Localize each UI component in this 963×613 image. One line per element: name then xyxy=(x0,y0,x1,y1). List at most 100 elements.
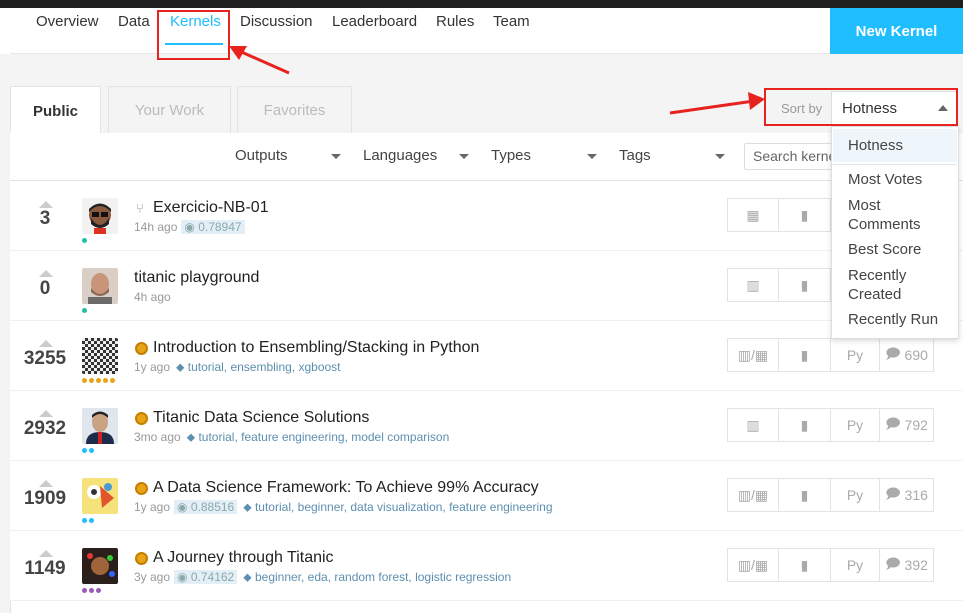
sort-option-most-votes[interactable]: Most Votes xyxy=(848,170,922,189)
chart-table-icon: ▥/▦ xyxy=(737,556,769,573)
upvote-icon[interactable] xyxy=(39,550,53,557)
comments-button[interactable]: 🗩 690 xyxy=(879,338,934,372)
language-badge: Py xyxy=(830,338,880,372)
nav-data[interactable]: Data xyxy=(118,13,150,30)
notebook-button[interactable]: ▮ xyxy=(778,408,831,442)
chart-table-icon: ▥/▦ xyxy=(737,346,769,363)
kernel-title[interactable]: Titanic Data Science Solutions xyxy=(153,409,369,427)
score-badge: ◉ 0.88516 xyxy=(174,500,238,514)
sort-option-recently-created[interactable]: Recently Created xyxy=(848,266,948,304)
vote-count: 1909 xyxy=(23,488,67,509)
kernel-tags[interactable]: ⬥ tutorial, ensembling, xgboost xyxy=(176,360,341,374)
notebook-button[interactable]: ▮ xyxy=(778,268,831,302)
filter-languages[interactable]: Languages xyxy=(363,147,437,164)
score-badge: ◉ 0.78947 xyxy=(181,220,245,234)
tier-dot xyxy=(82,308,87,313)
comments-button[interactable]: 🗩 792 xyxy=(879,408,934,442)
upvote-icon[interactable] xyxy=(39,340,53,347)
kernel-tags[interactable]: ⬥ tutorial, beginner, data visualization… xyxy=(243,500,552,514)
top-strip xyxy=(0,0,963,8)
upvote-icon[interactable] xyxy=(39,201,53,208)
kernel-time: 3mo ago xyxy=(134,430,181,444)
comment-icon: 🗩 xyxy=(885,485,901,501)
new-kernel-button[interactable]: New Kernel xyxy=(830,8,963,54)
notebook-button[interactable]: ▮ xyxy=(778,478,831,512)
gold-medal-icon xyxy=(135,482,148,495)
tier-dots xyxy=(82,448,87,453)
filter-outputs[interactable]: Outputs xyxy=(235,147,288,164)
chart-button[interactable]: ▥ xyxy=(727,408,779,442)
tab-your-work[interactable]: Your Work xyxy=(108,86,231,134)
notebook-icon: ▮ xyxy=(800,206,809,223)
kernel-title[interactable]: titanic playground xyxy=(134,269,259,287)
nav-team[interactable]: Team xyxy=(493,13,530,30)
filter-tags[interactable]: Tags xyxy=(619,147,651,164)
gold-medal-icon xyxy=(135,552,148,565)
avatar xyxy=(82,338,118,374)
filter-types[interactable]: Types xyxy=(491,147,531,164)
comment-icon: 🗩 xyxy=(885,345,901,361)
bar-chart-icon: ▥ xyxy=(746,416,760,433)
comments-button[interactable]: 🗩 392 xyxy=(879,548,934,582)
chevron-down-icon xyxy=(587,154,597,159)
notebook-button[interactable]: ▮ xyxy=(778,548,831,582)
language-badge: Py xyxy=(830,478,880,512)
notebook-icon: ▮ xyxy=(800,486,809,503)
chart-button[interactable]: ▥ xyxy=(727,268,779,302)
notebook-button[interactable]: ▮ xyxy=(778,338,831,372)
chart-table-button[interactable]: ▥/▦ xyxy=(727,338,779,372)
kernel-tags[interactable]: ⬥ tutorial, feature engineering, model c… xyxy=(187,430,450,444)
tier-dots xyxy=(82,518,87,523)
comment-icon: 🗩 xyxy=(885,415,901,431)
nav-leaderboard[interactable]: Leaderboard xyxy=(332,13,417,30)
avatar xyxy=(82,548,118,584)
kernel-meta: 1y ago ⬥ tutorial, ensembling, xgboost xyxy=(134,360,341,375)
tab-public[interactable]: Public xyxy=(10,86,101,135)
kernel-title[interactable]: Exercicio-NB-01 xyxy=(153,199,269,217)
search-input[interactable]: Search kernels xyxy=(744,143,844,170)
notebook-button[interactable]: ▮ xyxy=(778,198,831,232)
kernel-time: 1y ago xyxy=(134,500,171,514)
kernel-title[interactable]: Introduction to Ensembling/Stacking in P… xyxy=(153,339,479,357)
bar-chart-icon: ▥ xyxy=(746,276,760,293)
sort-option-most-comments[interactable]: Most Comments xyxy=(848,196,948,234)
kernel-time: 1y ago xyxy=(134,360,171,374)
vote-count: 3 xyxy=(39,208,51,229)
kernel-tags[interactable]: ⬥ beginner, eda, random forest, logistic… xyxy=(243,570,511,584)
chart-table-button[interactable]: ▥/▦ xyxy=(727,548,779,582)
upvote-icon[interactable] xyxy=(39,270,53,277)
annotation-box-sort xyxy=(764,88,958,126)
kernel-title[interactable]: A Data Science Framework: To Achieve 99%… xyxy=(153,479,539,497)
annotation-box-kernels xyxy=(157,10,230,60)
kernel-time: 4h ago xyxy=(134,290,171,304)
kernel-meta: 3y ago ◉ 0.74162 ⬥ beginner, eda, random f… xyxy=(134,570,511,585)
comments-button[interactable]: 🗩 316 xyxy=(879,478,934,512)
upvote-icon[interactable] xyxy=(39,480,53,487)
score-badge: ◉ 0.74162 xyxy=(174,570,238,584)
sort-option-hotness[interactable]: Hotness xyxy=(848,136,903,155)
data-table-button[interactable]: ▦ xyxy=(727,198,779,232)
kernel-meta: 1y ago ◉ 0.88516 ⬥ tutorial, beginner, dat… xyxy=(134,500,553,515)
chart-table-icon: ▥/▦ xyxy=(737,486,769,503)
nav-discussion[interactable]: Discussion xyxy=(240,13,313,30)
sort-option-recently-run[interactable]: Recently Run xyxy=(848,310,938,329)
notebook-icon: ▮ xyxy=(800,276,809,293)
sort-option-best-score[interactable]: Best Score xyxy=(848,240,921,259)
notebook-icon: ▮ xyxy=(800,416,809,433)
gold-medal-icon xyxy=(135,412,148,425)
nav-rules[interactable]: Rules xyxy=(436,13,474,30)
upvote-icon[interactable] xyxy=(39,410,53,417)
tier-dot xyxy=(82,238,87,243)
kernel-title[interactable]: A Journey through Titanic xyxy=(153,549,334,567)
tier-dots xyxy=(82,588,87,593)
fork-icon: ⑂ xyxy=(136,201,144,216)
vote-count: 1149 xyxy=(24,558,66,579)
comment-icon: 🗩 xyxy=(885,555,901,571)
annotation-arrow-icon xyxy=(669,92,765,115)
tab-favorites[interactable]: Favorites xyxy=(237,86,352,134)
avatar xyxy=(82,478,118,514)
vote-count: 0 xyxy=(39,278,51,299)
nav-overview[interactable]: Overview xyxy=(36,13,99,30)
chart-table-button[interactable]: ▥/▦ xyxy=(727,478,779,512)
kernel-meta: 4h ago xyxy=(134,290,171,304)
